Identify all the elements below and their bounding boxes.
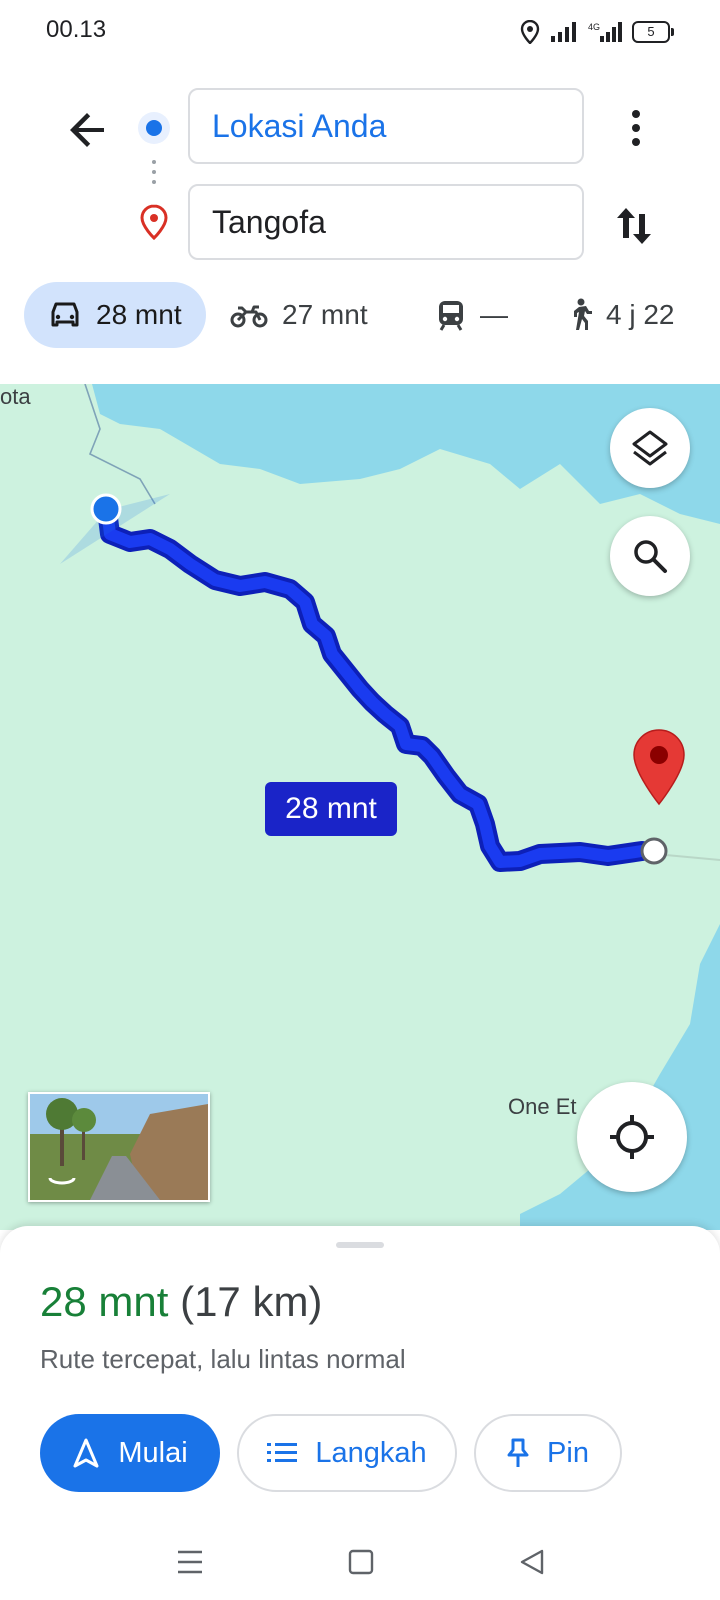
layers-icon [632,430,668,466]
pin-icon [507,1438,529,1467]
battery-level: 5 [647,24,655,39]
origin-dot-icon [138,112,170,144]
mode-car-label: 28 mnt [96,299,182,330]
mode-motorcycle-tab[interactable]: 27 mnt [230,282,368,348]
status-bar: 00.13 4G 5 [0,0,720,64]
destination-pin-icon [138,204,170,241]
swap-button[interactable] [608,200,660,252]
more-options-button[interactable] [612,104,660,152]
sheet-drag-handle[interactable] [336,1242,384,1248]
street-view-thumbnail[interactable] [28,1092,210,1202]
walk-icon [574,298,592,330]
network-type: 4G [588,22,600,32]
status-time: 00.13 [46,16,107,43]
route-distance: (17 km) [180,1278,323,1325]
my-location-button[interactable] [577,1082,687,1192]
map-place-label: ota [0,384,31,409]
signal-4g-icon: 4G [588,22,622,42]
mode-motorcycle-label: 27 mnt [282,299,368,330]
map-place-label: One Et [508,1094,577,1119]
battery-icon: 5 [632,21,674,43]
my-location-icon [610,1115,654,1159]
mode-transit-tab[interactable]: — [436,282,508,348]
mode-walk-tab[interactable]: 4 j 22 [566,282,675,348]
home-button[interactable] [340,1542,380,1582]
steps-button[interactable]: Langkah [237,1414,457,1492]
location-status-icon [520,20,540,44]
navigation-icon [73,1438,99,1468]
route-summary: 28 mnt (17 km) [40,1278,322,1326]
mode-walk-label: 4 j 22 [606,299,675,330]
swap-icon [617,208,651,244]
pin-button-label: Pin [547,1436,589,1469]
steps-button-label: Langkah [315,1436,427,1469]
train-icon [439,301,463,331]
origin-location-dot [90,493,122,525]
route-duration: 28 mnt [40,1278,169,1325]
map-view[interactable]: ota One Et 28 mnt [0,384,720,1230]
car-icon [51,302,79,327]
status-icons: 4G 5 [520,18,674,46]
menu-icon [178,1550,202,1574]
start-navigation-button[interactable]: Mulai [40,1414,220,1492]
destination-marker-icon[interactable] [632,728,686,806]
destination-input[interactable]: Tangofa [188,184,584,260]
search-icon [634,540,667,573]
signal-icon [551,22,576,42]
layers-button[interactable] [610,408,690,488]
mode-transit-label: — [480,299,508,330]
route-dots-connector [152,160,156,196]
system-back-button[interactable] [512,1542,552,1582]
pin-button[interactable]: Pin [474,1414,622,1492]
back-button[interactable] [64,106,112,154]
mode-car-tab[interactable]: 28 mnt [24,282,206,348]
origin-input[interactable]: Lokasi Anda [188,88,584,164]
system-nav-bar [0,1520,720,1600]
list-icon [267,1443,298,1462]
recent-apps-button[interactable] [170,1542,210,1582]
motorcycle-icon [230,305,268,328]
back-arrow-icon [70,113,104,147]
home-square-icon [348,1549,374,1575]
route-eta-bubble[interactable]: 28 mnt [265,782,397,836]
more-vert-icon [632,110,640,146]
route-end-circle [640,837,668,865]
route-description: Rute tercepat, lalu lintas normal [40,1344,406,1374]
back-triangle-icon [520,1549,544,1575]
start-button-label: Mulai [118,1436,188,1469]
map-search-button[interactable] [610,516,690,596]
travel-mode-bar: 28 mnt 27 mnt — 4 j 22 [0,282,720,352]
